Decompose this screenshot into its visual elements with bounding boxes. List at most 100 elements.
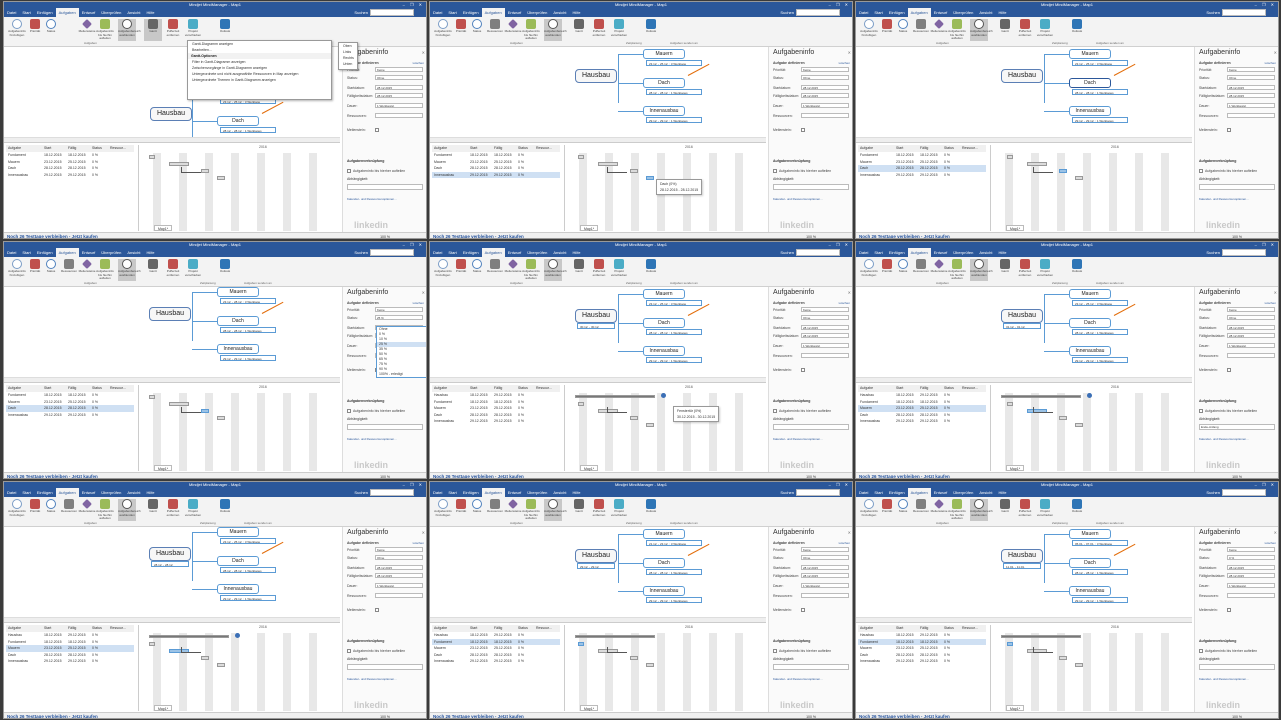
map-canvas[interactable]: Hausbau 31.12. - 01.12. Mauern 23.12. - 25.… bbox=[856, 287, 1192, 377]
menu-tab-aufgaben[interactable]: Aufgaben bbox=[481, 8, 505, 17]
menu-tab-entwurf[interactable]: Entwurf bbox=[931, 8, 951, 17]
ribbon-button-split[interactable]: Aufgabeninfo bis hierhin aufteilen bbox=[948, 259, 966, 281]
gantt-bar-summary[interactable] bbox=[1001, 395, 1081, 398]
search-input[interactable] bbox=[370, 249, 414, 256]
ribbon-button-clock-large[interactable]: Aufgabenbereich ausblenden bbox=[118, 499, 141, 521]
map-topic-mauern[interactable]: Mauern bbox=[643, 49, 685, 59]
trial-banner-link[interactable]: Noch 26 Testtage verbleiben - Jetzt kauf… bbox=[7, 473, 98, 478]
ribbon-button-person[interactable]: Ressourcen bbox=[486, 19, 504, 41]
gantt-row[interactable]: Innenausbau 29.12.2015 29.12.2015 0 % bbox=[432, 658, 560, 665]
ribbon-button-remove[interactable]: Pufferzeit entfernen bbox=[1016, 499, 1034, 521]
ribbon-button-project[interactable]: Projekt verschieben bbox=[610, 259, 628, 281]
menu-tab-einfügen[interactable]: Einfügen bbox=[886, 248, 908, 257]
menu-tab-hilfe[interactable]: Hilfe bbox=[143, 488, 157, 497]
menu-tab-entwurf[interactable]: Entwurf bbox=[505, 248, 525, 257]
menu-tab-hilfe[interactable]: Hilfe bbox=[569, 488, 583, 497]
status-field[interactable]: 0 % bbox=[1227, 555, 1275, 560]
ribbon-button-project[interactable]: Projekt verschieben bbox=[1036, 499, 1054, 521]
map-topic-hausbau[interactable]: Hausbau bbox=[149, 307, 191, 321]
gantt-milestone[interactable] bbox=[1087, 393, 1092, 398]
ribbon-button-remove[interactable]: Pufferzeit entfernen bbox=[590, 499, 608, 521]
gantt-row[interactable]: Innenausbau 29.12.2015 29.12.2015 0 % bbox=[858, 172, 986, 179]
ribbon-button-clock[interactable]: Aufgabeninfo hinzufügen bbox=[860, 499, 878, 521]
map-topic-dach[interactable]: Dach bbox=[217, 316, 259, 326]
start-date-field[interactable]: 28.12.2015 bbox=[801, 85, 849, 90]
zoom-level[interactable]: 100 % bbox=[380, 473, 390, 478]
menu-tab-ansicht[interactable]: Ansicht bbox=[976, 8, 995, 17]
gantt-bar[interactable] bbox=[1059, 656, 1067, 660]
start-date-field[interactable]: 28.12.2015 bbox=[801, 325, 849, 330]
gantt-bar[interactable] bbox=[1075, 663, 1083, 667]
gantt-bar[interactable] bbox=[630, 169, 638, 173]
ribbon-button-person[interactable]: Ressourcen bbox=[486, 259, 504, 281]
start-date-field[interactable]: 28.12.2015 bbox=[1227, 85, 1275, 90]
ribbon-button-project[interactable]: Projekt verschieben bbox=[610, 499, 628, 521]
menu-tab-start[interactable]: Start bbox=[445, 488, 459, 497]
menu-tab-überprüfen[interactable]: Überprüfen bbox=[524, 248, 550, 257]
menu-tab-start[interactable]: Start bbox=[445, 8, 459, 17]
gantt-bar[interactable] bbox=[169, 162, 189, 166]
close-icon[interactable]: ✕ bbox=[848, 530, 851, 535]
zoom-level[interactable]: 100 % bbox=[380, 233, 390, 238]
close-icon[interactable]: ✕ bbox=[422, 290, 425, 295]
priority-field[interactable]: Keine bbox=[801, 547, 849, 552]
gantt-bar-summary[interactable] bbox=[575, 635, 655, 638]
ribbon-button-person[interactable]: Ressourcen bbox=[486, 499, 504, 521]
menu-tab-ansicht[interactable]: Ansicht bbox=[976, 248, 995, 257]
milestone-checkbox[interactable] bbox=[1227, 367, 1231, 372]
ribbon-button-status[interactable]: Status bbox=[468, 499, 486, 521]
ribbon-button-outlook[interactable]: Outlook bbox=[1068, 499, 1086, 521]
menu-tab-aufgaben[interactable]: Aufgaben bbox=[55, 248, 79, 257]
ribbon-button-remove[interactable]: Pufferzeit entfernen bbox=[164, 499, 182, 521]
ribbon-button-status[interactable]: Status bbox=[468, 259, 486, 281]
trial-banner-link[interactable]: Noch 26 Testtage verbleiben - Jetzt kauf… bbox=[859, 713, 950, 718]
ribbon-button-split[interactable]: Aufgabeninfo bis hierhin aufteilen bbox=[948, 499, 966, 521]
map-topic-hausbau[interactable]: Hausbau bbox=[149, 547, 191, 561]
reset-link[interactable]: Löschen bbox=[413, 301, 424, 305]
ribbon-button-remove[interactable]: Pufferzeit entfernen bbox=[1016, 259, 1034, 281]
menu-tab-aufgaben[interactable]: Aufgaben bbox=[55, 8, 79, 17]
menu-tab-überprüfen[interactable]: Überprüfen bbox=[950, 488, 976, 497]
due-date-field[interactable]: 28.12.2015 bbox=[1227, 573, 1275, 578]
map-topic-mauern[interactable]: Mauern bbox=[217, 287, 259, 297]
reset-link[interactable]: Löschen bbox=[413, 541, 424, 545]
ribbon-button-clock[interactable]: Aufgabeninfo hinzufügen bbox=[860, 19, 878, 41]
gantt-chart[interactable]: 2016 bbox=[990, 625, 1190, 711]
menu-tab-einfügen[interactable]: Einfügen bbox=[886, 8, 908, 17]
gantt-chart[interactable]: 2016 bbox=[990, 385, 1190, 471]
menu-tab-überprüfen[interactable]: Überprüfen bbox=[524, 488, 550, 497]
split-checkbox[interactable] bbox=[773, 168, 777, 173]
resources-field[interactable] bbox=[375, 593, 423, 598]
ribbon-button-split[interactable]: Aufgabeninfo bis hierhin aufteilen bbox=[522, 19, 540, 41]
menu-tab-datei[interactable]: Datei bbox=[4, 488, 19, 497]
map-tab[interactable]: Map1* bbox=[154, 225, 173, 231]
priority-field[interactable]: Keine bbox=[375, 547, 423, 552]
ribbon-button-status[interactable]: Status bbox=[42, 19, 60, 41]
gantt-milestone[interactable] bbox=[235, 633, 240, 638]
gantt-bar[interactable] bbox=[630, 656, 638, 660]
gantt-bar[interactable] bbox=[578, 402, 584, 406]
milestone-checkbox[interactable] bbox=[1227, 607, 1231, 612]
menu-tab-start[interactable]: Start bbox=[19, 248, 33, 257]
map-canvas[interactable]: Hausbau Mauern 23.12. - 28.12. : 3 Werktag… bbox=[4, 287, 340, 377]
zoom-level[interactable]: 100 % bbox=[1232, 233, 1242, 238]
menu-tab-überprüfen[interactable]: Überprüfen bbox=[98, 8, 124, 17]
menu-tab-aufgaben[interactable]: Aufgaben bbox=[907, 248, 931, 257]
start-date-field[interactable]: 28.12.2015 bbox=[801, 565, 849, 570]
ribbon-button-status[interactable]: Status bbox=[42, 499, 60, 521]
menu-tab-aufgaben[interactable]: Aufgaben bbox=[55, 488, 79, 497]
map-topic-innen[interactable]: Innenausbau bbox=[1069, 586, 1111, 596]
gantt-bar[interactable] bbox=[201, 409, 209, 413]
ribbon-button-remove[interactable]: Pufferzeit entfernen bbox=[590, 259, 608, 281]
menu-tab-start[interactable]: Start bbox=[871, 488, 885, 497]
due-date-field[interactable]: 28.12.2015 bbox=[801, 93, 849, 98]
gantt-bar[interactable] bbox=[217, 663, 225, 667]
split-checkbox[interactable] bbox=[347, 168, 351, 173]
menu-tab-datei[interactable]: Datei bbox=[856, 8, 871, 17]
map-topic-dach[interactable]: Dach bbox=[1069, 558, 1111, 568]
milestone-checkbox[interactable] bbox=[375, 127, 379, 132]
map-topic-dach[interactable]: Dach bbox=[643, 558, 685, 568]
map-topic-dach[interactable]: Dach bbox=[643, 318, 685, 328]
ribbon-button-project[interactable]: Projekt verschieben bbox=[184, 499, 202, 521]
ribbon-button-gantt[interactable]: Gantt bbox=[996, 19, 1014, 41]
